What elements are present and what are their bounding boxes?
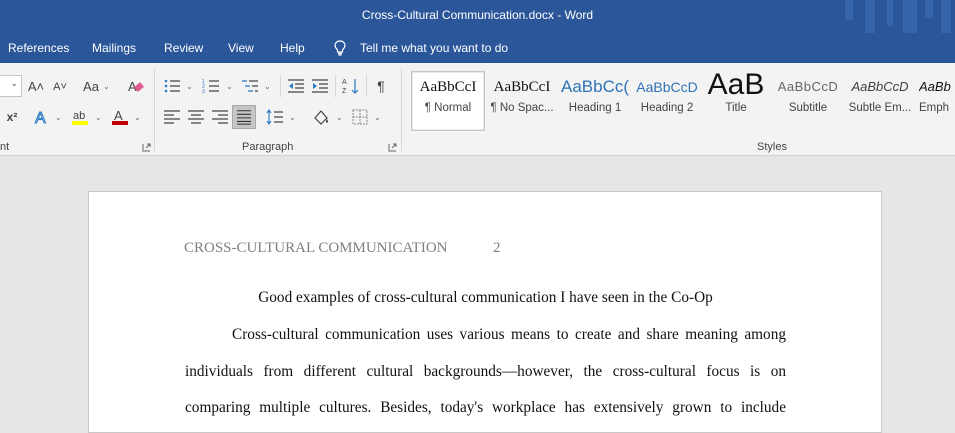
align-left-icon[interactable] — [163, 108, 181, 126]
borders-icon[interactable] — [351, 108, 369, 126]
lightbulb-icon — [334, 40, 346, 56]
chevron-down-icon[interactable]: ⌄ — [336, 113, 343, 122]
chevron-down-icon[interactable]: ⌄ — [374, 113, 381, 122]
align-right-icon[interactable] — [211, 108, 229, 126]
style-preview: AaBbCcD — [636, 79, 698, 95]
multilevel-list-icon[interactable] — [241, 77, 259, 95]
body-line: Cross-cultural communication uses variou… — [232, 326, 786, 343]
grow-font-button[interactable]: A˄ — [27, 77, 45, 95]
group-separator — [154, 69, 155, 151]
style-normal[interactable]: AaBbCcI ¶ Normal — [411, 71, 485, 131]
chevron-down-icon[interactable]: ⌄ — [226, 82, 233, 91]
document-page[interactable]: CROSS-CULTURAL COMMUNICATION 2 Good exam… — [88, 191, 882, 433]
style-name: Subtle Em... — [848, 102, 912, 114]
style-heading-1[interactable]: AaBbCc( Heading 1 — [559, 72, 631, 130]
font-size-box[interactable]: ⌄ — [0, 75, 22, 97]
divider — [280, 75, 281, 97]
svg-text:Z: Z — [342, 88, 347, 95]
tab-review[interactable]: Review — [164, 41, 203, 55]
running-head: CROSS-CULTURAL COMMUNICATION — [184, 240, 448, 256]
style-emphasis[interactable]: AaBb Emph — [919, 72, 955, 130]
align-center-icon[interactable] — [187, 108, 205, 126]
divider — [366, 75, 367, 97]
window-title: Cross-Cultural Communication.docx - Word — [361, 8, 594, 22]
tab-view[interactable]: View — [228, 41, 254, 55]
style-preview: AaBbCc( — [560, 77, 630, 96]
chevron-down-icon[interactable]: ⌄ — [134, 113, 141, 122]
style-preview: AaBb — [919, 79, 951, 94]
style-name: Subtitle — [788, 102, 828, 114]
highlight-color-icon[interactable]: ab — [71, 108, 89, 126]
justify-icon — [236, 110, 252, 125]
superscript-button[interactable]: x² — [3, 108, 21, 126]
style-preview: AaBbCcD — [777, 79, 839, 94]
style-name: Emph — [919, 102, 950, 114]
style-name: ¶ Normal — [424, 102, 472, 114]
style-name: Heading 2 — [640, 102, 694, 114]
shading-icon[interactable] — [312, 108, 330, 126]
justify-button[interactable] — [232, 105, 256, 129]
show-formatting-marks-icon[interactable]: ¶ — [372, 77, 390, 95]
title-bar: Cross-Cultural Communication.docx - Word — [0, 0, 955, 33]
paragraph-dialog-launcher-icon[interactable] — [388, 143, 397, 152]
line-spacing-icon[interactable] — [266, 108, 284, 126]
font-color-icon[interactable]: A — [111, 108, 129, 126]
svg-text:ab: ab — [73, 110, 85, 122]
tab-mailings[interactable]: Mailings — [92, 41, 136, 55]
text-effects-icon[interactable]: A — [33, 108, 51, 127]
title-bar-pattern — [825, 0, 955, 33]
style-no-spacing[interactable]: AaBbCcI ¶ No Spac... — [486, 72, 558, 130]
sort-icon[interactable]: AZ — [342, 77, 360, 95]
svg-text:A: A — [342, 79, 347, 86]
style-title[interactable]: AaB Title — [703, 72, 769, 130]
style-preview: AaBbCcD — [851, 79, 909, 94]
font-dialog-launcher-icon[interactable] — [142, 143, 151, 152]
paragraph-group-label: Paragraph — [242, 141, 294, 153]
style-preview: AaB — [707, 72, 765, 101]
svg-text:3: 3 — [202, 89, 205, 95]
styles-group-label: Styles — [757, 141, 787, 153]
style-name: Title — [725, 102, 747, 114]
increase-indent-icon[interactable] — [311, 77, 329, 95]
style-heading-2[interactable]: AaBbCcD Heading 2 — [631, 72, 703, 130]
body-line: individuals from different cultural back… — [185, 363, 786, 380]
style-subtitle[interactable]: AaBbCcD Subtitle — [773, 72, 843, 130]
svg-text:A: A — [114, 108, 123, 123]
style-name: ¶ No Spac... — [490, 102, 554, 114]
chevron-down-icon[interactable]: ⌄ — [55, 113, 62, 122]
chevron-down-icon[interactable]: ⌄ — [103, 82, 110, 91]
chevron-down-icon[interactable]: ⌄ — [186, 82, 193, 91]
document-heading: Good examples of cross-cultural communic… — [258, 289, 713, 306]
tab-references[interactable]: References — [8, 41, 69, 55]
style-name: Heading 1 — [568, 102, 622, 114]
style-preview: AaBbCcI — [419, 79, 477, 95]
chevron-down-icon[interactable]: ⌄ — [95, 113, 102, 122]
ribbon: ⌄ A˄ A˅ Aa ⌄ A x² A ⌄ ab ⌄ A ⌄ nt ⌄ 123 … — [0, 63, 955, 156]
group-separator — [401, 69, 402, 151]
page-number: 2 — [493, 240, 501, 256]
chevron-down-icon[interactable]: ⌄ — [264, 82, 271, 91]
bullets-icon[interactable] — [163, 77, 181, 95]
chevron-down-icon[interactable]: ⌄ — [289, 113, 296, 122]
style-subtle-emphasis[interactable]: AaBbCcD Subtle Em... — [845, 72, 915, 130]
shrink-font-button[interactable]: A˅ — [51, 78, 69, 96]
styles-gallery: AaBbCcI ¶ Normal AaBbCcI ¶ No Spac... Aa… — [409, 68, 955, 131]
font-group-label: nt — [0, 141, 10, 153]
ribbon-tabs: References Mailings Review View Help Tel… — [0, 33, 955, 63]
svg-text:A: A — [35, 110, 46, 126]
tab-help[interactable]: Help — [280, 41, 305, 55]
body-line: comparing multiple cultures. Besides, to… — [185, 399, 786, 416]
tell-me-search[interactable]: Tell me what you want to do — [360, 41, 508, 55]
divider — [335, 75, 336, 97]
clear-formatting-icon[interactable]: A — [127, 77, 145, 95]
document-canvas: CROSS-CULTURAL COMMUNICATION 2 Good exam… — [0, 156, 955, 433]
style-preview: AaBbCcI — [493, 79, 551, 95]
change-case-button[interactable]: Aa — [82, 77, 100, 95]
decrease-indent-icon[interactable] — [287, 77, 305, 95]
numbering-icon[interactable]: 123 — [202, 77, 220, 95]
